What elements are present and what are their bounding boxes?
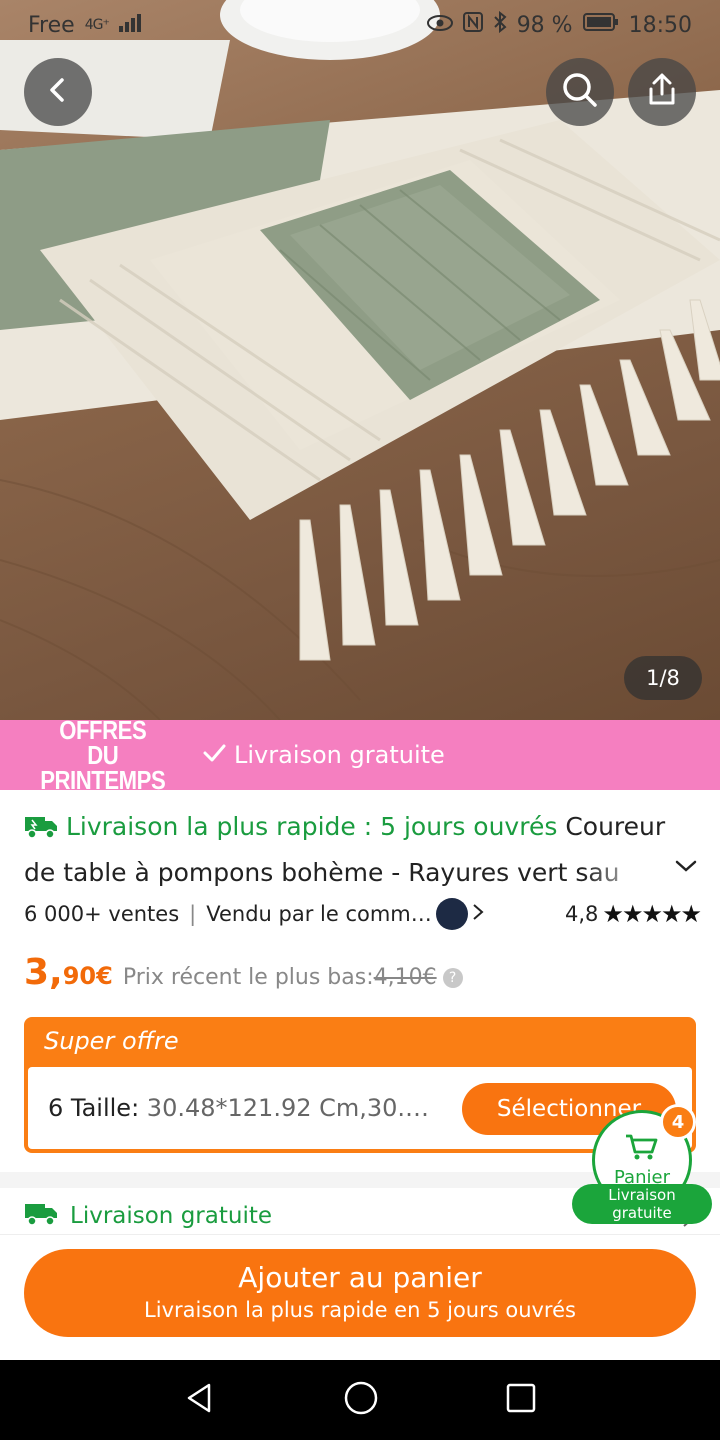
signal-icon [118,12,149,38]
seller-link[interactable]: Vendu par le comm… [206,902,432,926]
rating-value: 4,8 [565,902,599,926]
nfc-icon [462,12,483,38]
size-label: 6 Taille: [48,1094,140,1122]
help-icon[interactable]: ? [442,968,463,988]
eye-icon [426,13,453,38]
expand-title-chevron-icon[interactable] [674,858,698,878]
price: 3,90€ [24,952,113,993]
free-shipping-tag: Livraison gratuite [202,741,445,769]
status-bar: Free 4G⁺ 98 % 18:50 [0,0,720,50]
size-value: 30.48*121.92 Cm,30.… [146,1094,430,1122]
clock: 18:50 [628,12,692,38]
battery-icon [582,12,619,38]
system-nav-bar [0,1360,720,1440]
rating[interactable]: 4,8 ★★★★★ [565,900,702,928]
star-icons: ★★★★★ [602,900,702,928]
check-icon [202,741,226,769]
bluetooth-icon [493,10,507,39]
search-icon [560,70,600,114]
cart-free-shipping-pill: Livraison gratuite [572,1184,712,1224]
share-icon [644,72,680,112]
product-meta-row: 6 000+ ventes | Vendu par le comm… 4,8 ★… [24,898,702,930]
nav-recents-icon[interactable] [505,1382,537,1418]
delivery-truck-icon [24,1200,60,1232]
add-to-cart-label: Ajouter au panier [238,1261,482,1294]
title-text-1: Coureur [565,812,666,841]
product-image[interactable] [0,0,720,720]
shipping-row[interactable]: Livraison gratuite [24,1200,272,1232]
search-button[interactable] [546,58,614,126]
network-indicator: 4G⁺ [84,17,110,33]
recent-lowest-price: Prix récent le plus bas:4,10€? [123,965,463,990]
carrier-label: Free [28,12,75,38]
table-runner-illustration [0,0,720,720]
back-button[interactable] [24,58,92,126]
promo-banner[interactable]: OFFRES DU PRINTEMPS Livraison gratuite [0,714,720,795]
nav-home-icon[interactable] [343,1380,379,1420]
cart-icon [624,1133,660,1165]
bottom-action-bar: Ajouter au panier Livraison la plus rapi… [0,1234,720,1360]
fast-delivery-label: Livraison la plus rapide : 5 jours ouvré… [65,812,558,841]
floating-cart[interactable]: Panier 4 Livraison gratuite [572,1104,714,1226]
seller-logo[interactable] [435,898,468,930]
add-to-cart-sublabel: Livraison la plus rapide en 5 jours ouvr… [144,1298,576,1322]
sales-count: 6 000+ ventes [24,902,180,926]
delivery-truck-icon [24,810,58,852]
image-counter: 1/8 [624,656,702,700]
shipping-label: Livraison gratuite [70,1203,273,1229]
battery-percent: 98 % [516,12,573,38]
product-title[interactable]: Livraison la plus rapide : 5 jours ouvré… [24,806,704,890]
nav-back-icon[interactable] [183,1381,217,1419]
cart-count-badge: 4 [660,1104,696,1140]
price-row: 3,90€ Prix récent le plus bas:4,10€? [24,952,463,1002]
spring-offers-logo: OFFRES DU PRINTEMPS [40,714,166,795]
super-offer-label: Super offre [44,1027,179,1055]
chevron-left-icon [43,75,73,109]
add-to-cart-button[interactable]: Ajouter au panier Livraison la plus rapi… [24,1249,696,1337]
share-button[interactable] [628,58,696,126]
chevron-right-icon[interactable] [472,902,484,926]
